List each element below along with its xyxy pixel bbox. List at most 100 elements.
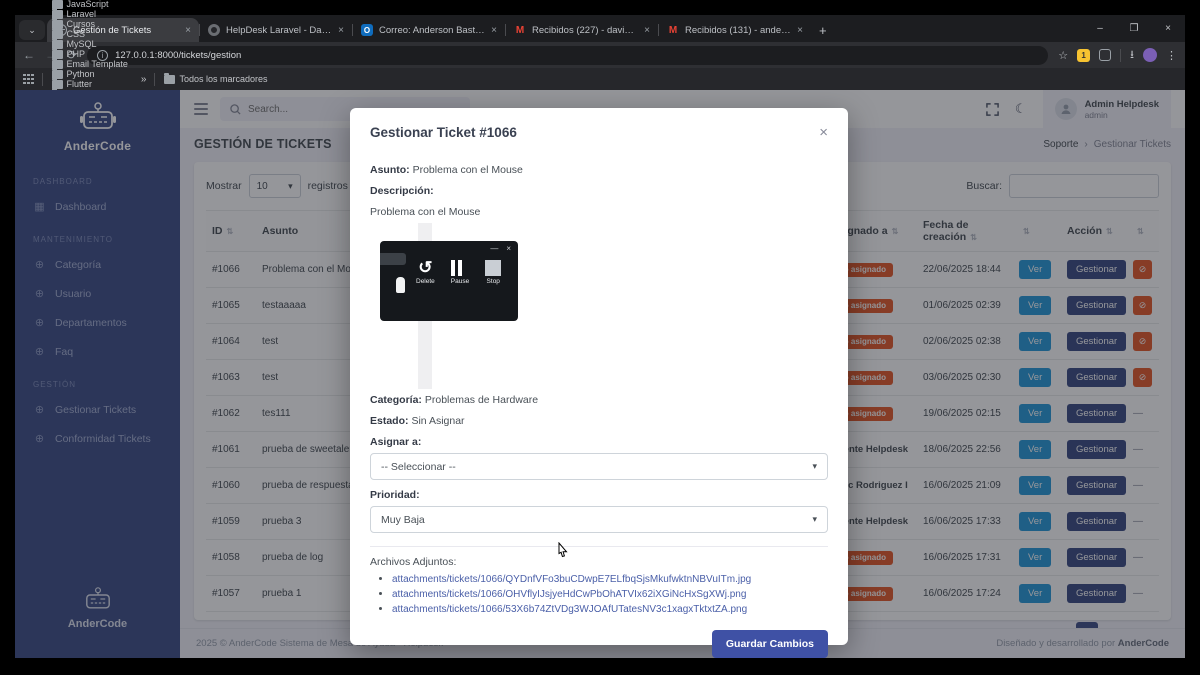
tab-close-icon[interactable]: × [797,25,803,36]
url-bar[interactable]: i 127.0.0.1:8000/tickets/gestion [87,46,1048,65]
bookmark-folder[interactable]: Python [47,69,133,79]
prioridad-select[interactable]: Muy Baja ▾ [370,506,828,533]
modal-footer: Guardar Cambios [350,618,848,658]
asignar-label: Asignar a: [370,436,421,448]
toolbar-divider [1120,49,1121,62]
bookmark-folder[interactable]: JavaScript [47,0,133,9]
browser-window: ⌄ Gestión de Tickets × HelpDesk Laravel … [15,15,1185,658]
bookmark-folder[interactable]: Email Template [47,59,133,69]
delete-label: Delete [416,278,435,285]
all-bookmarks-button[interactable]: Todos los marcadores [159,74,272,84]
helpdesk-app: AnderCode DASHBOARD ▦Dashboard MANTENIMI… [15,90,1185,658]
tab-close-icon[interactable]: × [644,25,650,36]
recorder-pause: Pause [451,259,469,285]
maximize-button[interactable]: ❐ [1117,23,1151,34]
extension-icon[interactable] [1099,49,1111,61]
bookmark-folder[interactable]: PHP [47,49,133,59]
bookmark-label: PHP [67,49,86,59]
prioridad-label: Prioridad: [370,489,420,501]
recorder-stop: Stop [485,260,501,285]
asignar-select[interactable]: -- Seleccionar -- ▾ [370,453,828,480]
bookmark-folder[interactable]: CSS [47,29,133,39]
estado-label: Estado: [370,415,409,427]
stop-label: Stop [485,278,501,285]
tab-close-icon[interactable]: × [491,25,497,36]
attachment-link[interactable]: attachments/tickets/1066/53X6b74ZtVDg3WJ… [392,604,747,615]
bookmark-label: Email Template [67,59,128,69]
close-button[interactable]: × [1151,23,1185,34]
tab-gmail-recibidos-131[interactable]: M Recibidos (131) - andercode87... × [659,18,811,42]
delete-arrow-icon: ↺ [416,259,435,276]
asignar-selected-value: -- Seleccionar -- [381,461,456,473]
tab-gmail-recibidos-227[interactable]: M Recibidos (227) - davisanderso... × [506,18,658,42]
tab-search-button[interactable]: ⌄ [19,20,45,40]
site-favicon-icon [208,24,220,36]
tab-strip: ⌄ Gestión de Tickets × HelpDesk Laravel … [15,15,1185,42]
menu-kebab-icon[interactable]: ⋮ [1166,49,1177,62]
estado-value: Sin Asignar [411,415,464,427]
tab-helpdesk-dashboard[interactable]: HelpDesk Laravel - Dashboard × [200,18,352,42]
modal-close-icon[interactable]: × [819,124,828,141]
asignar-group: Asignar a: -- Seleccionar -- ▾ [370,436,828,480]
bookmark-folder[interactable]: MySQL [47,39,133,49]
attachment-item: attachments/tickets/1066/OHVflyIJsjyeHdC… [392,588,828,600]
toolbar-icons: ☆ 1 ⭳ ⋮ [1058,46,1177,65]
pause-icon [451,259,469,276]
modal-header: Gestionar Ticket #1066 × [350,108,848,149]
screen: ⌄ Gestión de Tickets × HelpDesk Laravel … [0,0,1200,675]
tab-title: Recibidos (131) - andercode87... [685,25,791,36]
chevron-down-icon: ▾ [812,461,817,472]
bookmark-star-icon[interactable]: ☆ [1058,49,1068,62]
window-controls: – ❐ × [1083,15,1185,42]
gmail-favicon-icon: M [667,24,679,36]
recorder-side-tab [380,253,406,265]
descripcion-label: Descripción: [370,185,828,197]
gmail-favicon-icon: M [514,24,526,36]
attachment-link[interactable]: attachments/tickets/1066/QYDnfVFo3buCDwp… [392,574,751,585]
tab-close-icon[interactable]: × [338,25,344,36]
recorder-pen-icon [396,277,405,293]
attachment-link[interactable]: attachments/tickets/1066/OHVflyIJsjyeHdC… [392,589,746,600]
new-tab-button[interactable]: + [819,23,827,38]
recorder-titlebar: — × [380,241,518,253]
profile-avatar-icon[interactable] [1143,48,1157,62]
password-extension-icon[interactable]: 1 [1077,49,1090,62]
categoria-label: Categoría: [370,394,422,406]
asunto-value: Problema con el Mouse [413,164,523,176]
apps-grid-icon[interactable] [23,74,34,85]
chevron-down-icon: ▾ [812,514,817,525]
bookmark-label: Flutter [67,79,93,89]
tab-title: Recibidos (227) - davisanderso... [532,25,638,36]
bookmark-folder[interactable]: Flutter [47,79,133,89]
modal-title: Gestionar Ticket #1066 [370,125,517,140]
gestionar-ticket-modal: Gestionar Ticket #1066 × Asunto: Problem… [350,108,848,645]
outlook-favicon-icon: O [361,24,373,36]
bookmark-label: Laravel [67,9,97,19]
bookmark-folder[interactable]: Cursos [47,19,133,29]
attachment-item: attachments/tickets/1066/QYDnfVFo3buCDwp… [392,573,828,585]
tab-title: HelpDesk Laravel - Dashboard [226,25,332,36]
prioridad-group: Prioridad: Muy Baja ▾ [370,489,828,533]
guardar-cambios-button[interactable]: Guardar Cambios [712,630,828,658]
back-icon[interactable]: ← [23,48,35,62]
prioridad-selected-value: Muy Baja [381,514,425,526]
recorder-window-image: — × ↺ Delete Pause [380,241,518,321]
bookmarks-divider [42,73,43,86]
bookmark-folder[interactable]: Laravel [47,9,133,19]
descripcion-value: Problema con el Mouse [370,206,828,218]
asunto-label: Asunto: [370,164,410,176]
bookmark-label: MySQL [67,39,97,49]
tab-close-icon[interactable]: × [185,25,191,36]
categoria-row: Categoría: Problemas de Hardware [370,394,828,406]
address-toolbar: ← → ⟳ i 127.0.0.1:8000/tickets/gestion ☆… [15,42,1185,68]
attachment-image-preview: — × ↺ Delete Pause [370,227,828,385]
recorder-close-icon: × [506,244,511,253]
download-icon[interactable]: ⭳ [1130,46,1134,65]
asunto-row: Asunto: Problema con el Mouse [370,164,828,176]
tab-correo-outlook[interactable]: O Correo: Anderson Bastidas - O... × [353,18,505,42]
bookmarks-divider [154,73,155,86]
minimize-button[interactable]: – [1083,23,1117,34]
bookmarks-overflow-icon[interactable]: » [141,74,147,85]
modal-body: Asunto: Problema con el Mouse Descripció… [350,149,848,615]
recorder-delete: ↺ Delete [416,259,435,285]
